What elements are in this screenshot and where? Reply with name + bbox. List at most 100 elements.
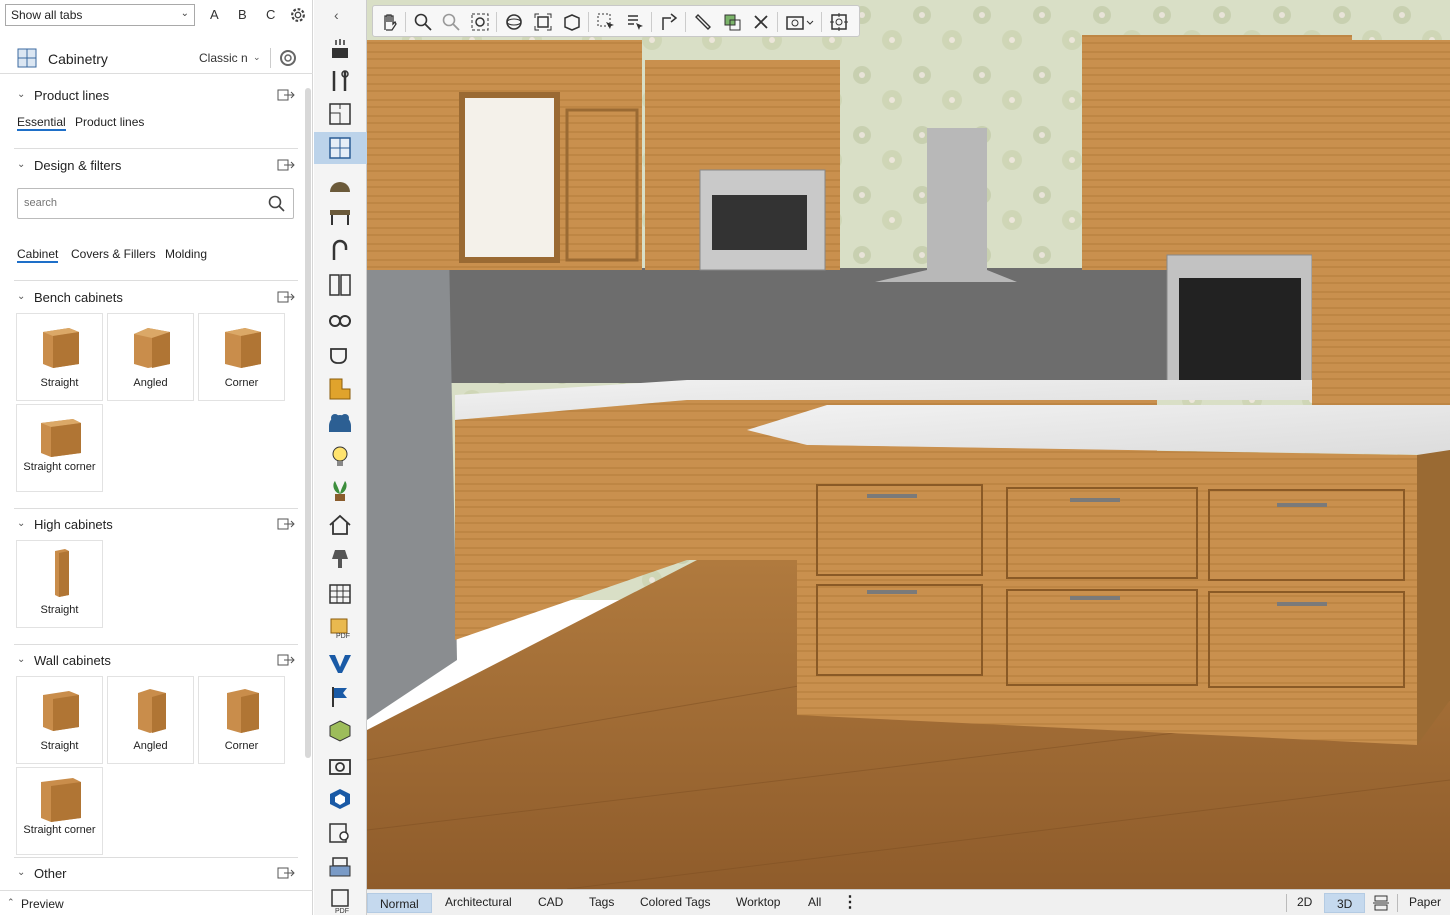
tab-molding[interactable]: Molding bbox=[165, 247, 207, 261]
tab-filter-dropdown[interactable]: Show all tabs ⌄ bbox=[5, 4, 195, 26]
search-field[interactable] bbox=[17, 188, 294, 219]
chevron-down-icon[interactable]: ⌄ bbox=[17, 867, 25, 878]
lightbulb-icon[interactable] bbox=[327, 444, 353, 470]
filter-c-button[interactable]: C bbox=[266, 7, 275, 22]
section-wall-cabinets[interactable]: ⌄ Wall cabinets bbox=[0, 651, 300, 673]
lamp-icon[interactable] bbox=[327, 546, 353, 572]
mode-tags[interactable]: Tags bbox=[589, 895, 614, 909]
move-icon[interactable] bbox=[659, 12, 679, 32]
cup-icon[interactable] bbox=[327, 340, 353, 366]
item-wall-straight[interactable]: Straight bbox=[16, 676, 103, 764]
item-wall-corner[interactable]: Corner bbox=[198, 676, 285, 764]
floor-plan-icon[interactable] bbox=[327, 101, 353, 127]
zoom-icon[interactable] bbox=[413, 12, 433, 32]
measure-icon[interactable] bbox=[693, 12, 713, 32]
filter-b-button[interactable]: B bbox=[238, 7, 247, 22]
export-icon[interactable] bbox=[277, 653, 295, 667]
mode-colored-tags[interactable]: Colored Tags bbox=[640, 895, 711, 909]
chevron-down-icon[interactable]: ⌄ bbox=[17, 518, 25, 529]
camera-dropdown-icon[interactable] bbox=[785, 12, 815, 32]
preview-toggle[interactable]: ⌃ Preview bbox=[0, 890, 313, 915]
view-2d[interactable]: 2D bbox=[1297, 895, 1312, 909]
section-high-cabinets[interactable]: ⌄ High cabinets bbox=[0, 515, 300, 537]
chevron-down-icon[interactable]: ⌄ bbox=[253, 52, 261, 63]
tab-essential[interactable]: Essential bbox=[17, 115, 66, 131]
export-icon[interactable] bbox=[277, 517, 295, 531]
plant-icon[interactable] bbox=[327, 478, 353, 504]
print-icon[interactable] bbox=[327, 855, 353, 881]
box-view-icon[interactable] bbox=[562, 12, 582, 32]
tab-cabinet[interactable]: Cabinet bbox=[17, 247, 59, 263]
section-design-filters[interactable]: ⌄ Design & filters bbox=[0, 156, 300, 178]
flag-icon[interactable] bbox=[327, 684, 353, 710]
export-icon[interactable] bbox=[277, 290, 295, 304]
table-icon[interactable] bbox=[327, 203, 353, 229]
pdf-box-icon[interactable]: PDF bbox=[327, 614, 353, 640]
export-icon[interactable] bbox=[277, 88, 295, 102]
search-input[interactable] bbox=[24, 197, 254, 209]
house-icon[interactable] bbox=[327, 512, 353, 538]
item-bench-straight-corner[interactable]: Straight corner bbox=[16, 404, 103, 492]
mode-cad[interactable]: CAD bbox=[538, 895, 563, 909]
panel-scrollbar[interactable] bbox=[305, 88, 311, 758]
cube-icon[interactable] bbox=[327, 718, 353, 744]
more-options-icon[interactable]: ⋮ bbox=[842, 892, 858, 912]
glasses-icon[interactable] bbox=[327, 306, 353, 332]
search-icon[interactable] bbox=[268, 195, 285, 212]
camera-icon[interactable] bbox=[327, 752, 353, 778]
export-pdf-icon[interactable]: PDF bbox=[327, 888, 353, 914]
item-bench-angled[interactable]: Angled bbox=[107, 313, 194, 401]
sketchup-icon[interactable] bbox=[327, 786, 353, 812]
section-bench-cabinets[interactable]: ⌄ Bench cabinets bbox=[0, 288, 300, 310]
appliances-icon[interactable] bbox=[327, 272, 353, 298]
people-icon[interactable] bbox=[327, 410, 353, 436]
paper-view[interactable]: Paper bbox=[1409, 895, 1441, 909]
tab-covers-fillers[interactable]: Covers & Fillers bbox=[71, 247, 156, 261]
copy-icon[interactable] bbox=[722, 12, 742, 32]
cooking-pot-icon[interactable] bbox=[327, 36, 353, 62]
pan-hand-icon[interactable] bbox=[379, 12, 399, 32]
3d-viewport[interactable] bbox=[367, 0, 1450, 889]
building-icon[interactable] bbox=[327, 580, 353, 606]
item-bench-corner[interactable]: Corner bbox=[198, 313, 285, 401]
style-dropdown[interactable]: Classic n bbox=[199, 51, 248, 65]
view-3d[interactable]: 3D bbox=[1324, 893, 1366, 913]
section-product-lines[interactable]: ⌄ Product lines bbox=[0, 86, 300, 108]
mode-normal[interactable]: Normal bbox=[367, 893, 432, 913]
faucet-icon[interactable] bbox=[327, 238, 353, 264]
center-target-icon[interactable] bbox=[829, 12, 849, 32]
arch-icon[interactable] bbox=[327, 172, 353, 198]
mode-architectural[interactable]: Architectural bbox=[445, 895, 512, 909]
item-wall-straight-corner[interactable]: Straight corner bbox=[16, 767, 103, 855]
catalog-search-icon[interactable] bbox=[327, 820, 353, 846]
export-icon[interactable] bbox=[277, 158, 295, 172]
item-high-straight[interactable]: Straight bbox=[16, 540, 103, 628]
tools-icon[interactable] bbox=[327, 68, 353, 94]
chevron-up-icon[interactable]: ⌃ bbox=[7, 897, 15, 908]
mode-all[interactable]: All bbox=[808, 895, 821, 909]
zoom-window-icon[interactable] bbox=[441, 12, 461, 32]
split-view-icon[interactable] bbox=[1373, 895, 1389, 911]
select-objects-icon[interactable] bbox=[625, 12, 645, 32]
chevron-down-icon[interactable]: ⌄ bbox=[17, 89, 25, 100]
chevron-down-icon[interactable]: ⌄ bbox=[17, 291, 25, 302]
orbit-icon[interactable] bbox=[504, 12, 524, 32]
mode-worktop[interactable]: Worktop bbox=[736, 895, 780, 909]
gear-icon[interactable] bbox=[289, 6, 307, 24]
collapse-panel-icon[interactable]: ‹ bbox=[334, 7, 339, 23]
zoom-extents-icon[interactable] bbox=[470, 12, 490, 32]
export-icon[interactable] bbox=[277, 866, 295, 880]
item-bench-straight[interactable]: Straight bbox=[16, 313, 103, 401]
item-wall-angled[interactable]: Angled bbox=[107, 676, 194, 764]
select-area-icon[interactable] bbox=[596, 12, 616, 32]
chevron-down-icon[interactable]: ⌄ bbox=[17, 654, 25, 665]
lifebuoy-icon[interactable] bbox=[279, 49, 297, 67]
section-other[interactable]: ⌄ Other bbox=[0, 864, 300, 886]
fit-view-icon[interactable] bbox=[533, 12, 553, 32]
tab-product-lines[interactable]: Product lines bbox=[75, 115, 144, 129]
cabinetry-tool[interactable] bbox=[314, 132, 367, 164]
chevron-down-icon[interactable]: ⌄ bbox=[17, 159, 25, 170]
delete-icon[interactable] bbox=[751, 12, 771, 32]
v-logo-icon[interactable] bbox=[327, 650, 353, 676]
l-shape-icon[interactable] bbox=[327, 376, 353, 402]
